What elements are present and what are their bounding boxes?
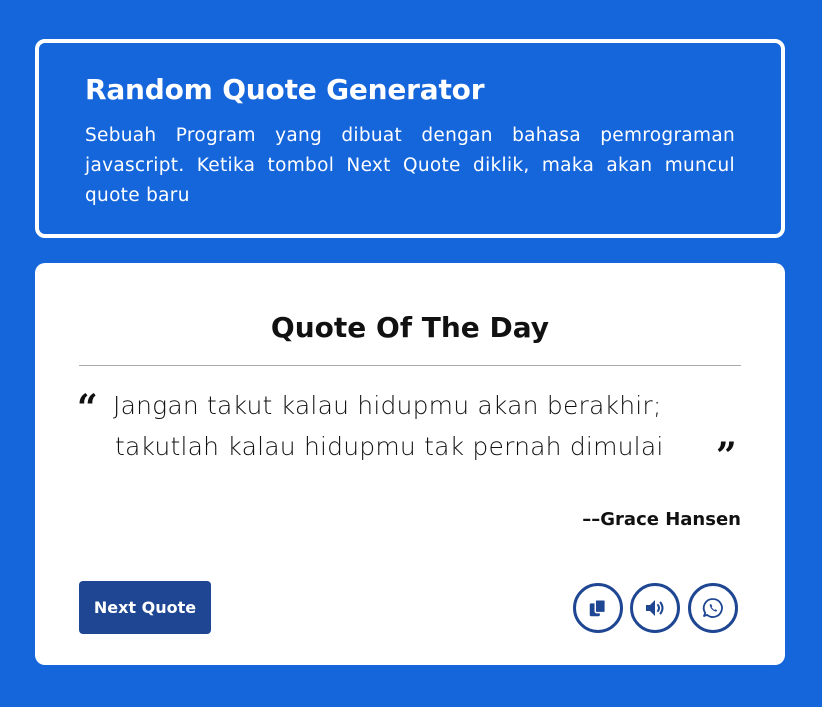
app-description: Sebuah Program yang dibuat dengan bahasa… [85,125,735,206]
copy-icon [589,599,607,617]
speak-button[interactable] [630,583,680,633]
info-card: Random Quote Generator Sebuah Program ya… [35,39,785,238]
open-quote-icon: “ [77,387,98,429]
quote-line-1: Jangan takut kalau hidupmu akan berakhir… [113,391,662,420]
quote-author: ––Grace Hansen [582,509,741,530]
speaker-icon [646,600,664,616]
copy-button[interactable] [573,583,623,633]
quote-text: Jangan takut kalau hidupmu akan berakhir… [113,385,723,467]
next-quote-button[interactable]: Next Quote [79,581,211,634]
quote-line-2: takutlah kalau hidupmu tak pernah dimula… [115,432,664,461]
divider [79,365,741,366]
whatsapp-share-button[interactable] [688,583,738,633]
quote-heading: Quote Of The Day [270,311,550,344]
whatsapp-icon [702,598,723,618]
app-title: Random Quote Generator [85,73,485,106]
quote-card: Quote Of The Day “ Jangan takut kalau hi… [35,263,785,665]
close-quote-icon: ” [716,435,737,477]
